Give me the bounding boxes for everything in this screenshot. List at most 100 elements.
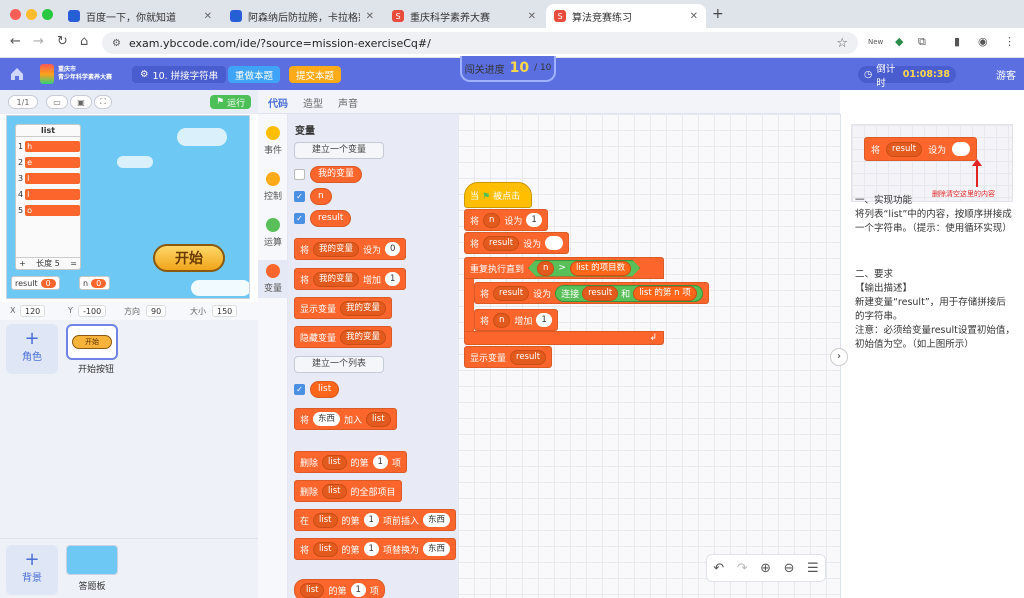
sprite-count-pill[interactable]: 1/1	[8, 95, 38, 109]
clean-up-icon[interactable]: ☰	[807, 561, 819, 576]
tab-close-icon[interactable]: ✕	[204, 11, 212, 22]
checkbox-list[interactable]: ✓	[294, 384, 305, 395]
variable-dropdown[interactable]: n	[493, 312, 511, 328]
new-tab-icon[interactable]: +	[712, 6, 724, 22]
block-set-n[interactable]: 将 n 设为 1	[464, 209, 548, 231]
redo-button[interactable]: 重做本题	[228, 66, 281, 83]
extensions-puzzle-icon[interactable]: ⧉	[918, 35, 926, 49]
join-operator[interactable]: 连接 result 和 list 的第 n 项	[555, 284, 703, 302]
backdrop-card[interactable]	[66, 545, 118, 575]
tab-close-icon[interactable]: ✕	[366, 11, 374, 22]
category-control[interactable]: 控制	[258, 172, 288, 202]
variable-reporter[interactable]: n	[674, 288, 679, 298]
list-dropdown[interactable]: list	[366, 411, 391, 427]
profile-avatar[interactable]: ◉	[978, 35, 988, 48]
block-set-result-join[interactable]: 将 result 设为 连接 result 和 list 的第 n 项	[474, 282, 709, 304]
checkbox-result[interactable]: ✓	[294, 213, 305, 224]
script-workspace[interactable]: 当 ⚑ 被点击 将 n 设为 1 将 result 设为 重复执行直到 n > …	[458, 114, 840, 598]
value-input[interactable]: 1	[526, 213, 542, 227]
variable-dropdown[interactable]: 我的变量	[340, 329, 387, 345]
value-input[interactable]: 0	[385, 242, 401, 256]
variable-dropdown[interactable]: 我的变量	[313, 241, 360, 257]
value-input[interactable]: 1	[350, 583, 366, 597]
undo-icon[interactable]: ↶	[713, 561, 724, 576]
block-set-variable[interactable]: 将 我的变量 设为 0	[294, 238, 407, 260]
list-dropdown[interactable]: list	[639, 288, 651, 298]
checkbox-my-variable[interactable]	[294, 169, 305, 180]
size-field[interactable]: 150	[212, 305, 238, 317]
list-dropdown[interactable]: list	[322, 483, 347, 499]
menu-kebab-icon[interactable]: ⋮	[1004, 35, 1015, 48]
tab-code[interactable]: 代码	[268, 95, 288, 116]
bookmark-star-icon[interactable]: ☆	[836, 36, 848, 51]
sprite-card[interactable]: 开始	[66, 324, 118, 360]
zoom-out-icon[interactable]: ⊖	[784, 561, 795, 576]
list-length-reporter[interactable]: list 的项目数	[570, 261, 631, 276]
make-list-button[interactable]: 建立一个列表	[294, 356, 384, 373]
add-sprite-button[interactable]: + 角色	[6, 324, 58, 374]
list-dropdown[interactable]: list	[313, 512, 338, 528]
variable-dropdown[interactable]: n	[483, 212, 501, 228]
problem-selector[interactable]: ⚙ 10. 拼接字符串	[132, 66, 227, 83]
variable-dropdown[interactable]: n	[537, 261, 554, 276]
home-icon[interactable]: ⌂	[80, 34, 88, 49]
variable-dropdown[interactable]: 我的变量	[313, 271, 360, 287]
value-input[interactable]: 1	[536, 313, 552, 327]
small-stage-icon[interactable]: ▭	[46, 95, 68, 109]
value-input[interactable]: 1	[363, 513, 379, 527]
value-input[interactable]: 1	[372, 455, 388, 469]
redo-icon[interactable]: ↷	[737, 561, 748, 576]
block-add-to-list[interactable]: 将 东西 加入 list	[294, 408, 397, 430]
value-input[interactable]: 东西	[422, 542, 450, 556]
block-insert-item[interactable]: 在 list 的第 1 项前插入 东西	[294, 509, 456, 531]
collapse-panel-chevron-icon[interactable]: ›	[830, 348, 848, 366]
list-dropdown[interactable]: list	[300, 582, 325, 598]
empty-value-input[interactable]	[545, 236, 564, 250]
extension-icon[interactable]: ◆	[895, 35, 903, 48]
browser-tab-1[interactable]: 🐾 百度一下，你就知道 ✕	[60, 4, 220, 28]
condition-greater-than[interactable]: n > list 的项目数	[528, 260, 640, 277]
reload-icon[interactable]: ↻	[57, 34, 68, 49]
run-button[interactable]: ⚑ 运行	[210, 95, 252, 109]
block-repeat-until[interactable]: 重复执行直到 n > list 的项目数	[464, 257, 664, 279]
guest-label[interactable]: 游客	[996, 67, 1016, 82]
variable-dropdown[interactable]: result	[510, 349, 547, 365]
block-delete-all[interactable]: 删除 list 的全部项目	[294, 480, 402, 502]
block-delete-item[interactable]: 删除 list 的第 1 项	[294, 451, 407, 473]
block-change-n[interactable]: 将 n 增加 1	[474, 309, 558, 331]
block-show-result[interactable]: 显示变量 result	[464, 346, 553, 368]
variable-dropdown[interactable]: result	[493, 285, 530, 301]
reporter-n[interactable]: n	[310, 188, 332, 205]
y-field[interactable]: -100	[78, 305, 107, 317]
stage-canvas[interactable]: list 1h 2e 3l 4l 5o + 长度 5 = 开始 result 0…	[6, 115, 250, 299]
list-resize-handle[interactable]: =	[70, 258, 77, 269]
tab-close-icon[interactable]: ✕	[690, 11, 698, 22]
url-field[interactable]: ⚙ exam.ybccode.com/ide/?source=mission-e…	[102, 32, 858, 54]
make-variable-button[interactable]: 建立一个变量	[294, 142, 384, 159]
fullscreen-icon[interactable]: ⛶	[94, 95, 112, 109]
variable-reporter[interactable]: result	[582, 285, 619, 301]
category-operators[interactable]: 运算	[258, 218, 288, 248]
site-info-icon[interactable]: ⚙	[112, 38, 121, 49]
zoom-in-icon[interactable]: ⊕	[760, 561, 771, 576]
browser-tab-2[interactable]: 🐾 阿森纳后防拉胯，卡拉格怒批萨 ✕	[222, 4, 382, 28]
list-dropdown[interactable]: list	[322, 454, 347, 470]
minimize-window-button[interactable]	[26, 9, 37, 20]
value-input[interactable]: 1	[363, 542, 379, 556]
variable-dropdown[interactable]: result	[483, 235, 520, 251]
value-input[interactable]: 东西	[422, 513, 450, 527]
value-input[interactable]: 东西	[313, 412, 341, 426]
browser-tab-3[interactable]: S 重庆科学素养大赛 ✕	[384, 4, 544, 28]
checkbox-n[interactable]: ✓	[294, 191, 305, 202]
tab-costumes[interactable]: 造型	[303, 95, 323, 110]
reporter-list[interactable]: list	[310, 381, 340, 398]
value-input[interactable]: 1	[385, 272, 401, 286]
new-badge[interactable]: New	[868, 38, 883, 46]
item-of-list-reporter[interactable]: list 的第 n 项	[633, 285, 697, 301]
block-change-variable[interactable]: 将 我的变量 增加 1	[294, 268, 407, 290]
add-backdrop-button[interactable]: + 背景	[6, 545, 58, 595]
list-dropdown[interactable]: list	[313, 541, 338, 557]
browser-tab-4-active[interactable]: S 算法竞赛练习 ✕	[546, 4, 706, 28]
tab-sounds[interactable]: 声音	[338, 95, 358, 110]
submit-button[interactable]: 提交本题	[289, 66, 342, 83]
